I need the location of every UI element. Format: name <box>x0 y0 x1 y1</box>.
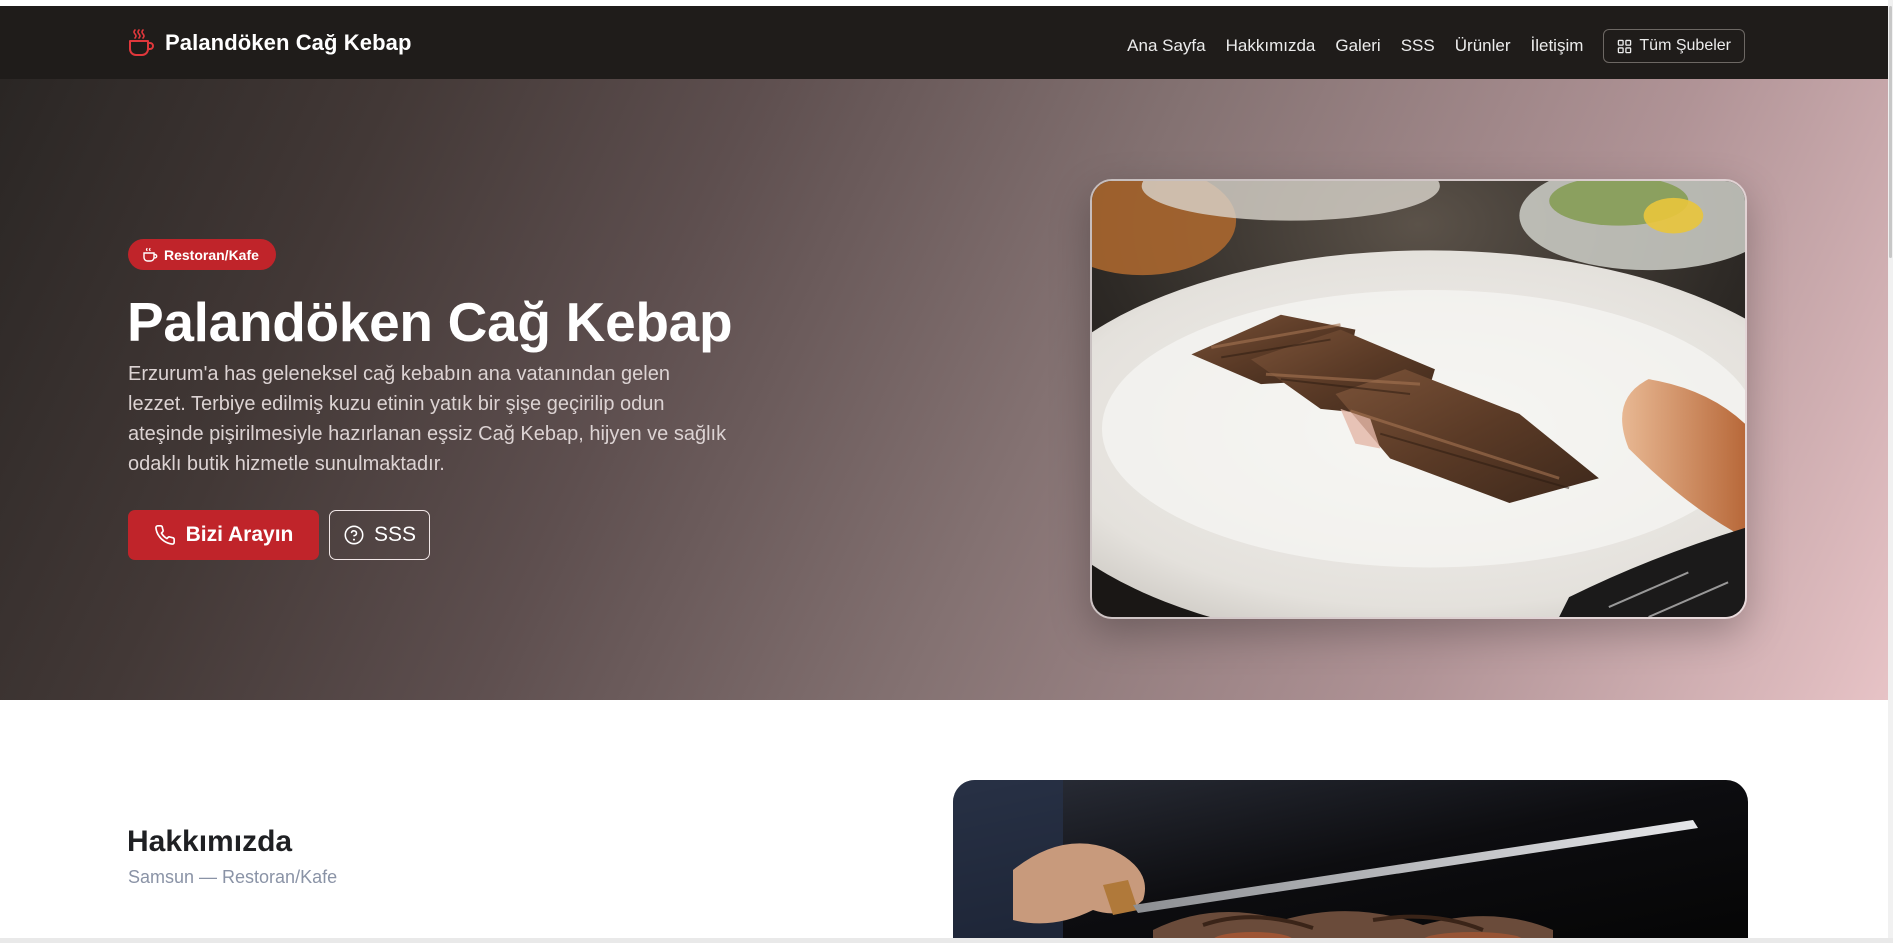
steaming-cup-icon <box>129 29 154 56</box>
hero-title: Palandöken Cağ Kebap <box>127 291 733 353</box>
all-branches-button[interactable]: Tüm Şubeler <box>1603 29 1745 63</box>
nav-item-urunler[interactable]: Ürünler <box>1455 26 1511 66</box>
about-subtitle: Samsun — Restoran/Kafe <box>128 867 338 887</box>
about-title: Hakkımızda <box>127 825 293 858</box>
about-section: Hakkımızda Samsun — Restoran/Kafe <box>0 700 1888 943</box>
grill-image <box>953 780 1748 943</box>
about-grill-photo <box>953 780 1748 943</box>
call-us-label: Bizi Arayın <box>185 523 294 546</box>
hero-description: Erzurum'a has geleneksel cağ kebabın ana… <box>128 363 727 475</box>
hero-kebab-photo <box>1090 179 1747 619</box>
faq-button[interactable]: SSS <box>329 510 430 560</box>
kebab-plate-image <box>1092 181 1745 617</box>
brand-name: Palandöken Cağ Kebap <box>165 30 412 55</box>
bottom-strip <box>0 938 1893 943</box>
nav-item-iletisim[interactable]: İletişim <box>1531 26 1584 66</box>
nav-item-hakkimizda[interactable]: Hakkımızda <box>1226 26 1316 66</box>
question-circle-icon <box>344 525 364 545</box>
nav-item-galeri[interactable]: Galeri <box>1335 26 1380 66</box>
grid-icon <box>1618 39 1632 53</box>
navbar: Palandöken Cağ Kebap Ana Sayfa Hakkımızd… <box>0 6 1888 79</box>
nav-item-ana-sayfa[interactable]: Ana Sayfa <box>1127 26 1205 66</box>
call-us-button[interactable]: Bizi Arayın <box>128 510 319 560</box>
hero-section: Restoran/Kafe Palandöken Cağ Kebap Erzur… <box>0 79 1888 700</box>
cup-icon <box>143 247 158 262</box>
main-nav: Ana Sayfa Hakkımızda Galeri SSS Ürünler … <box>1127 26 1745 66</box>
category-badge-label: Restoran/Kafe <box>164 246 259 263</box>
category-badge: Restoran/Kafe <box>128 239 276 270</box>
nav-item-sss[interactable]: SSS <box>1401 26 1435 66</box>
faq-label: SSS <box>373 523 417 546</box>
brand-link[interactable]: Palandöken Cağ Kebap <box>127 28 412 58</box>
scrollbar-thumb[interactable] <box>1889 6 1892 258</box>
all-branches-label: Tüm Şubeler <box>1639 37 1731 54</box>
phone-icon <box>154 525 175 545</box>
